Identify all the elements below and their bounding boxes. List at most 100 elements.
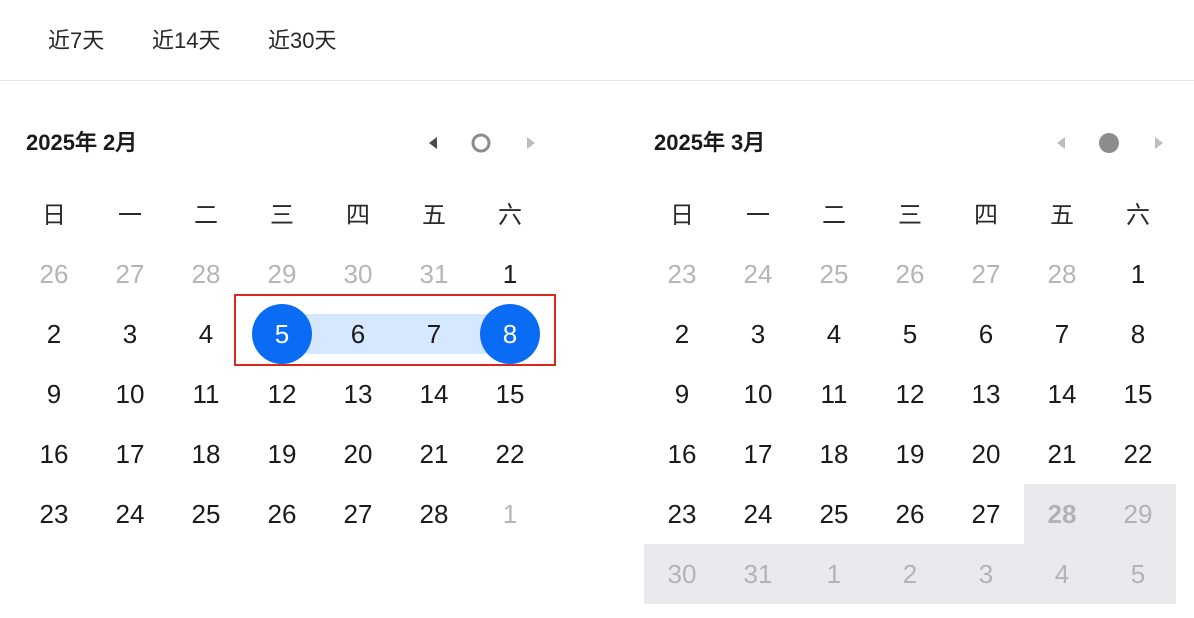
day-cell[interactable]: 28 [168,244,244,304]
day-cell[interactable]: 2 [644,304,720,364]
day-cell-in-range[interactable]: 7 [396,304,472,364]
day-cell[interactable]: 27 [92,244,168,304]
prev-month-icon[interactable] [418,128,448,158]
day-cell[interactable]: 15 [472,364,548,424]
day-cell-range-start[interactable]: 5 [244,304,320,364]
day-cell[interactable]: 26 [872,484,948,544]
day-number: 24 [743,498,773,529]
day-number: 31 [419,258,449,289]
day-cell[interactable]: 8 [1100,304,1176,364]
day-cell-range-end[interactable]: 8 [472,304,548,364]
shortcut-last-30-days[interactable]: 近30天 [268,24,336,58]
day-cell[interactable]: 4 [168,304,244,364]
day-cell[interactable]: 20 [320,424,396,484]
day-cell[interactable]: 14 [396,364,472,424]
day-cell[interactable]: 9 [16,364,92,424]
day-cell[interactable]: 4 [796,304,872,364]
day-cell[interactable]: 10 [92,364,168,424]
day-cell[interactable]: 16 [644,424,720,484]
day-cell[interactable]: 20 [948,424,1024,484]
next-month-icon[interactable] [516,128,546,158]
day-number: 15 [495,378,525,409]
day-cell[interactable]: 12 [872,364,948,424]
day-number: 22 [1123,438,1153,469]
prev-month-icon[interactable] [1046,128,1076,158]
day-cell[interactable]: 25 [796,484,872,544]
day-cell[interactable]: 18 [796,424,872,484]
day-cell[interactable]: 3 [720,304,796,364]
day-number: 12 [267,378,297,409]
day-number: 30 [667,558,697,589]
day-cell[interactable]: 26 [244,484,320,544]
day-cell[interactable]: 3 [92,304,168,364]
day-cell[interactable]: 2 [16,304,92,364]
calendar-panel-right: 2025年 3月 日一二三四五六 23 24 25 26 27 28 1 2 3 4 5 6 7 8 9 10… [644,110,1176,610]
day-cell[interactable]: 21 [396,424,472,484]
day-number: 4 [826,318,842,349]
day-number: 3 [122,318,138,349]
day-cell[interactable]: 11 [168,364,244,424]
today-dot-icon[interactable] [1094,128,1124,158]
day-cell[interactable]: 9 [644,364,720,424]
day-cell[interactable]: 15 [1100,364,1176,424]
shortcut-last-7-days[interactable]: 近7天 [48,24,104,58]
day-number: 14 [419,378,449,409]
day-cell[interactable]: 22 [1100,424,1176,484]
day-number: 2 [46,318,62,349]
weekday-label: 一 [118,202,142,229]
weekday-label: 四 [346,202,370,229]
day-cell[interactable]: 11 [796,364,872,424]
day-cell[interactable]: 24 [92,484,168,544]
day-cell[interactable]: 13 [320,364,396,424]
day-cell[interactable]: 10 [720,364,796,424]
day-cell[interactable]: 31 [396,244,472,304]
day-cell[interactable]: 26 [872,244,948,304]
day-cell[interactable]: 23 [644,244,720,304]
day-cell-today: 28 [1024,484,1100,544]
day-cell[interactable]: 5 [872,304,948,364]
day-cell[interactable]: 29 [244,244,320,304]
day-number: 5 [252,304,312,364]
day-cell[interactable]: 24 [720,244,796,304]
today-ring-icon[interactable] [466,128,496,158]
day-cell[interactable]: 6 [948,304,1024,364]
day-cell[interactable]: 24 [720,484,796,544]
day-cell[interactable]: 25 [168,484,244,544]
day-cell[interactable]: 16 [16,424,92,484]
day-cell[interactable]: 19 [244,424,320,484]
day-cell[interactable]: 1 [472,244,548,304]
day-cell[interactable]: 17 [92,424,168,484]
day-cell[interactable]: 27 [320,484,396,544]
month-nav [1046,128,1176,158]
day-cell[interactable]: 27 [948,244,1024,304]
day-cell[interactable]: 13 [948,364,1024,424]
day-cell[interactable]: 22 [472,424,548,484]
day-cell[interactable]: 19 [872,424,948,484]
day-cell[interactable]: 1 [1100,244,1176,304]
day-number: 11 [192,378,220,409]
weekday-label: 五 [422,202,446,229]
calendar-panel-left: 2025年 2月 日一二三四五六 26 27 28 29 30 31 1 2 3 4 5 6 7 8 9 10… [16,110,548,610]
day-cell[interactable]: 14 [1024,364,1100,424]
day-cell[interactable]: 23 [644,484,720,544]
day-cell[interactable]: 12 [244,364,320,424]
day-cell[interactable]: 25 [796,244,872,304]
day-cell[interactable]: 28 [1024,244,1100,304]
day-number: 31 [743,558,773,589]
next-month-icon[interactable] [1144,128,1174,158]
day-number: 8 [1130,318,1146,349]
day-cell[interactable]: 30 [320,244,396,304]
day-cell[interactable]: 28 [396,484,472,544]
day-cell[interactable]: 27 [948,484,1024,544]
day-cell-in-range[interactable]: 6 [320,304,396,364]
day-number: 1 [1130,258,1146,289]
day-cell[interactable]: 17 [720,424,796,484]
day-number: 26 [895,498,925,529]
day-cell[interactable]: 26 [16,244,92,304]
day-cell[interactable]: 23 [16,484,92,544]
day-cell[interactable]: 7 [1024,304,1100,364]
day-cell[interactable]: 1 [472,484,548,544]
day-cell[interactable]: 21 [1024,424,1100,484]
day-cell[interactable]: 18 [168,424,244,484]
shortcut-last-14-days[interactable]: 近14天 [152,24,220,58]
